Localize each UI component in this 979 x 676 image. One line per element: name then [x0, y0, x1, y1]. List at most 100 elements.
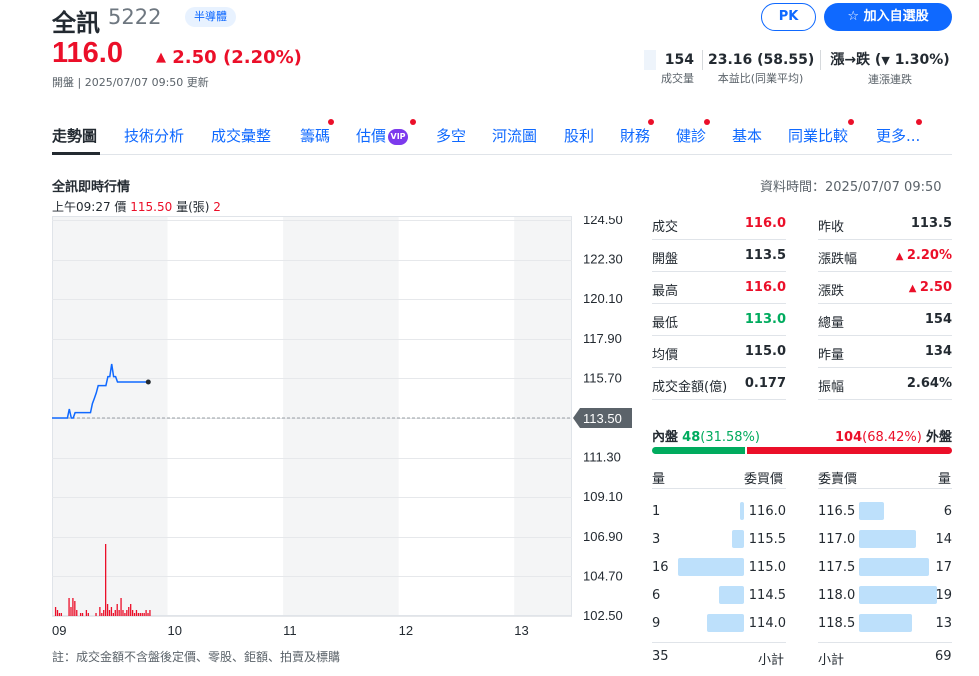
- ask-total-label: 小計: [818, 653, 845, 668]
- y-tick-label: 117.90: [583, 331, 622, 346]
- stat-pe-label: 本益比(同業平均): [717, 72, 804, 85]
- tab-health-check[interactable]: 健診: [676, 125, 706, 146]
- volume-bar: [105, 544, 107, 616]
- hover-price-label: 價: [114, 200, 127, 214]
- quote-row: 昨量 134: [818, 336, 952, 368]
- stat-streak: 漲→跌 (▼ 1.30%) 連漲連跌: [826, 50, 954, 90]
- volume-bar: [147, 613, 149, 616]
- sector-badge[interactable]: 半導體: [185, 7, 236, 27]
- bid-price: 115.5: [748, 532, 786, 547]
- ask-price: 118.0: [818, 588, 856, 603]
- quote-row: 振幅 2.64%: [818, 368, 952, 400]
- hover-volume-label: 量(張): [176, 200, 210, 214]
- tab-technical[interactable]: 技術分析: [124, 125, 184, 146]
- intraday-chart[interactable]: 124.50 122.30 120.10 117.90 115.70 113.50 111.…: [52, 216, 636, 646]
- volume-bar: [118, 610, 120, 616]
- ask-volume: 14: [935, 532, 952, 547]
- bid-price: 114.0: [748, 616, 786, 631]
- tab-more[interactable]: 更多...: [876, 125, 920, 146]
- volume-bar: [72, 598, 74, 616]
- volume-bar: [58, 613, 61, 616]
- quote-value: 134: [925, 344, 952, 359]
- quote-label: 最高: [652, 284, 679, 299]
- hour-band: [514, 216, 572, 616]
- y-tick-label: 115.70: [583, 370, 622, 385]
- quote-label: 昨收: [818, 220, 845, 235]
- stat-streak-label: 連漲連跌: [868, 73, 912, 86]
- notification-dot: [648, 119, 654, 125]
- tab-chips[interactable]: 籌碼: [300, 125, 330, 146]
- tab-dividend[interactable]: 股利: [564, 125, 594, 146]
- stat-volume-label: 成交量: [661, 72, 694, 85]
- stock-code: 5222: [108, 5, 162, 29]
- add-to-watchlist-button[interactable]: ☆ 加入自選股: [824, 3, 952, 31]
- divider: [818, 488, 952, 489]
- quote-label: 總量: [818, 316, 845, 331]
- y-tick-label: 106.90: [583, 529, 623, 544]
- vip-badge: VIP: [388, 129, 409, 145]
- y-tick-label: 111.30: [583, 450, 621, 465]
- tab-bar: 走勢圖 技術分析 成交彙整 籌碼 估價 VIP 多空 河流圖 股利 財務 健診 基…: [52, 113, 952, 155]
- inner-label: 內盤: [652, 430, 679, 445]
- bid-row: 6 114.5: [652, 580, 786, 608]
- tab-long-short[interactable]: 多空: [436, 125, 466, 146]
- ask-volume-bar: [859, 614, 912, 632]
- volume-bar: [68, 598, 70, 616]
- volume-bar: [126, 610, 128, 616]
- y-tick-label: 104.70: [583, 568, 623, 583]
- y-tick-label: 122.30: [583, 252, 623, 267]
- volume-bar: [145, 610, 147, 616]
- quote-value-text: 116.0: [744, 216, 786, 231]
- bid-row: 1 116.0: [652, 496, 786, 524]
- ask-row: 117.0 14: [818, 524, 952, 552]
- volume-bar: [131, 610, 134, 616]
- volume-bar: [85, 610, 88, 616]
- quote-value: 0.177: [745, 376, 786, 391]
- stat-streak-value: 漲→跌 (▼ 1.30%): [826, 50, 954, 71]
- tab-financials[interactable]: 財務: [620, 125, 650, 146]
- pk-button[interactable]: PK: [761, 3, 816, 31]
- ask-price: 116.5: [818, 504, 856, 519]
- tab-valuation[interactable]: 估價 VIP: [356, 125, 409, 146]
- bid-total: 35: [652, 649, 669, 664]
- volume-bar: [99, 607, 101, 616]
- quote-label: 成交金額(億): [652, 380, 728, 395]
- ask-volume-bar: [859, 558, 929, 576]
- star-icon: ☆: [847, 9, 864, 24]
- stat-volume-value: 154: [664, 52, 694, 68]
- volume-bar: [116, 604, 118, 616]
- quote-value: 113.0: [745, 312, 786, 327]
- outer-value: 104: [834, 430, 863, 445]
- quote-label: 振幅: [818, 380, 845, 395]
- tab-trend[interactable]: 走勢圖: [52, 125, 97, 146]
- inner-value: 48: [682, 430, 701, 445]
- ask-row: 117.5 17: [818, 552, 952, 580]
- volume-bar: [81, 613, 84, 616]
- ask-volume: 17: [935, 560, 952, 575]
- volume-bar: [135, 610, 138, 616]
- down-triangle-icon: ▼: [881, 54, 890, 67]
- quote-value-text: 113.5: [910, 216, 952, 231]
- tab-valuation-label: 估價: [356, 127, 387, 145]
- tab-basic[interactable]: 基本: [732, 125, 762, 146]
- last-price-dot: [145, 379, 151, 385]
- bid-price: 116.0: [748, 504, 786, 519]
- quote-value-text: 2.64%: [906, 376, 952, 391]
- tab-trade-summary[interactable]: 成交彙整: [211, 125, 271, 146]
- volume-bar: [139, 613, 141, 616]
- volume-bar: [56, 610, 59, 616]
- outer-group: 104(68.42%) 外盤: [835, 426, 952, 445]
- ask-row: 118.0 19: [818, 580, 952, 608]
- volume-bar: [74, 601, 76, 616]
- y-tick-label: 120.10: [583, 291, 623, 306]
- quote-value: 113.5: [911, 216, 952, 231]
- bid-row: 16 115.0: [652, 552, 786, 580]
- volume-bar: [114, 610, 116, 616]
- tab-river-chart[interactable]: 河流圖: [492, 125, 537, 146]
- volume-bar: [130, 604, 132, 616]
- tab-peer-comparison[interactable]: 同業比較: [788, 125, 848, 146]
- stat-divider: [820, 50, 821, 70]
- quote-row: 總量 154: [818, 304, 952, 336]
- ask-total: 69: [935, 649, 952, 664]
- ask-price: 117.5: [818, 560, 856, 575]
